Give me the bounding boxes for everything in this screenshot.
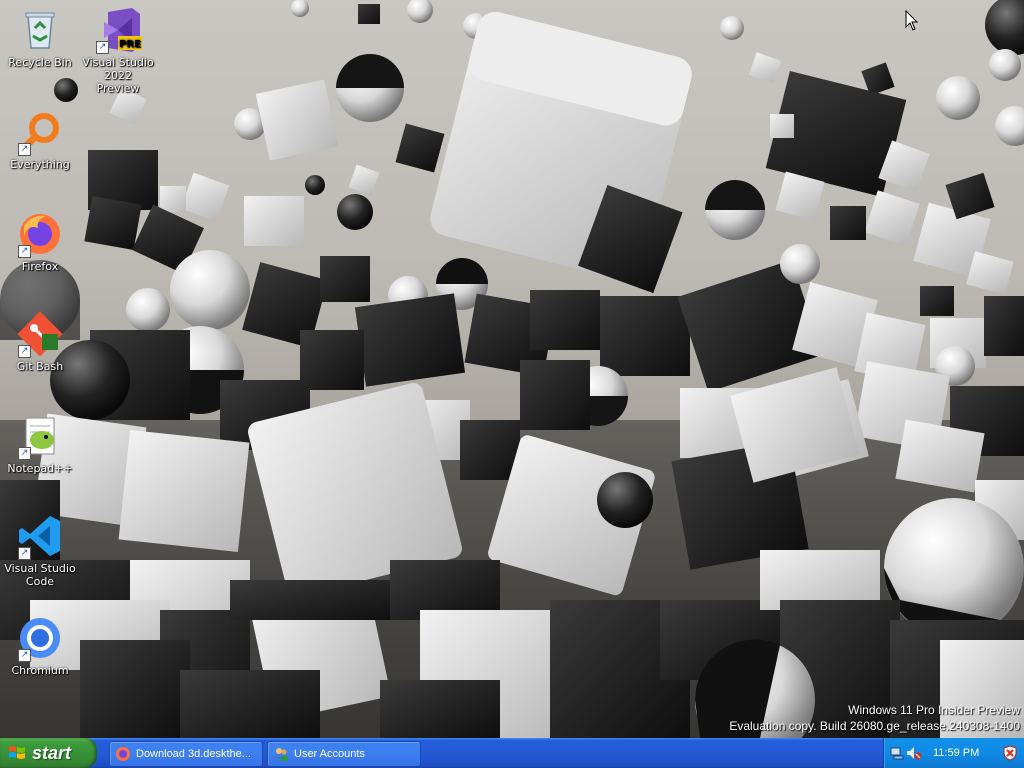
recycle-bin-icon — [16, 6, 64, 54]
shortcut-arrow-icon: ↗ — [18, 345, 31, 358]
windows-evaluation-watermark: Windows 11 Pro Insider Preview Evaluatio… — [729, 702, 1020, 734]
firefox-icon: ↗ — [16, 210, 64, 258]
desktop-icon-recycle-bin[interactable]: Recycle Bin — [4, 6, 76, 69]
network-icon[interactable] — [890, 746, 904, 760]
watermark-line-2: Evaluation copy. Build 26080.ge_release.… — [729, 719, 1020, 733]
desktop-icon-label: Everything — [10, 158, 70, 171]
desktop-icon-notepad-plus-plus[interactable]: ↗ Notepad++ — [4, 412, 76, 475]
git-bash-icon: ↗ — [16, 310, 64, 358]
desktop-icon-label: Notepad++ — [7, 462, 73, 475]
vs-preview-badge: PRE — [119, 39, 141, 50]
notepad-plus-plus-icon: ↗ — [16, 412, 64, 460]
user-accounts-icon — [275, 748, 288, 761]
shortcut-arrow-icon: ↗ — [18, 649, 31, 662]
watermark-line-1: Windows 11 Pro Insider Preview — [848, 703, 1020, 717]
shield-icon[interactable] — [1002, 745, 1018, 761]
desktop-icon-label: Git Bash — [16, 360, 64, 373]
shortcut-arrow-icon: ↗ — [96, 41, 109, 54]
desktop-icon-label: Recycle Bin — [8, 56, 72, 69]
chromium-icon: ↗ — [16, 614, 64, 662]
desktop-wallpaper — [0, 0, 1024, 738]
firefox-icon — [116, 747, 130, 761]
volume-muted-icon[interactable] — [906, 746, 922, 760]
taskbar-button-firefox-download[interactable]: Download 3d.deskthe... — [109, 741, 263, 767]
taskbar-clock[interactable]: 11:59 PM — [933, 738, 979, 768]
taskbar: start Download 3d.deskthe... User Accoun… — [0, 738, 1024, 768]
shortcut-arrow-icon: ↗ — [18, 143, 31, 156]
taskbar-button-user-accounts[interactable]: User Accounts — [267, 741, 421, 767]
shortcut-arrow-icon: ↗ — [18, 245, 31, 258]
visual-studio-preview-icon: PRE ↗ — [94, 6, 142, 54]
desktop-icon-label: Visual Studio 2022 Preview — [82, 56, 154, 95]
system-tray: 11:59 PM — [883, 738, 1024, 768]
mouse-cursor-icon — [905, 10, 919, 31]
windows-flag-icon — [9, 746, 25, 759]
vscode-icon: ↗ — [16, 512, 64, 560]
desktop-icon-label: Firefox — [21, 260, 59, 273]
desktop-icon-git-bash[interactable]: ↗ Git Bash — [4, 310, 76, 373]
desktop-icon-visual-studio-code[interactable]: ↗ Visual Studio Code — [4, 512, 76, 588]
desktop-icon-everything[interactable]: ↗ Everything — [4, 108, 76, 171]
desktop-icon-label: Visual Studio Code — [4, 562, 76, 588]
everything-search-icon: ↗ — [16, 108, 64, 156]
taskbar-button-label: User Accounts — [294, 748, 365, 760]
start-button[interactable]: start — [0, 738, 97, 768]
taskbar-button-label: Download 3d.deskthe... — [136, 748, 251, 760]
desktop-icon-visual-studio-preview[interactable]: PRE ↗ Visual Studio 2022 Preview — [82, 6, 154, 95]
desktop-icon-firefox[interactable]: ↗ Firefox — [4, 210, 76, 273]
desktop-icon-chromium[interactable]: ↗ Chromium — [4, 614, 76, 677]
shortcut-arrow-icon: ↗ — [18, 447, 31, 460]
desktop-icon-label: Chromium — [11, 664, 69, 677]
shortcut-arrow-icon: ↗ — [18, 547, 31, 560]
start-label: start — [32, 743, 72, 763]
